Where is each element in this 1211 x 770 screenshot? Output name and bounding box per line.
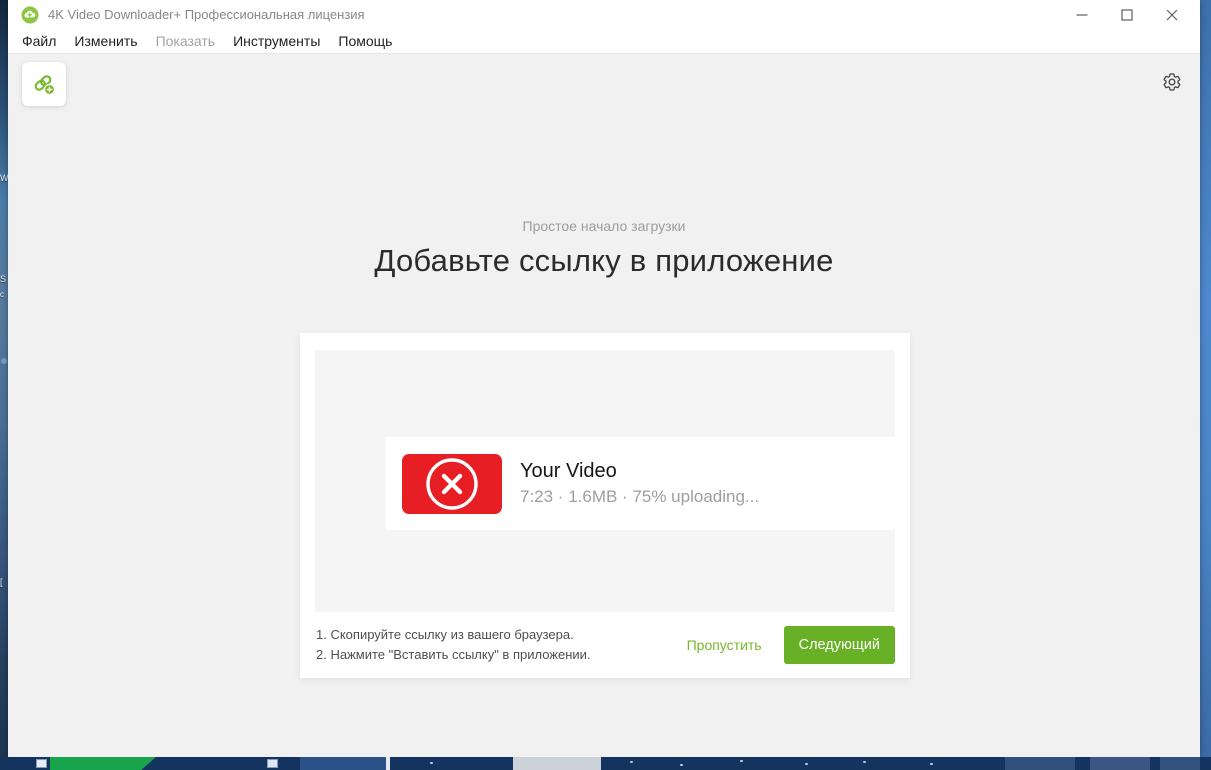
demo-video-row: Your Video 7:23 · 1.6MB · 75% uploading.…	[385, 437, 895, 530]
desktop: W S c [ 4K Video Downloader+ Профессиона…	[0, 0, 1211, 770]
desktop-background-left: W S c [	[0, 0, 8, 770]
page-title: Добавьте ссылку в приложение	[8, 243, 1200, 279]
settings-button[interactable]	[1156, 66, 1188, 98]
titlebar[interactable]: 4K Video Downloader+ Профессиональная ли…	[8, 0, 1200, 29]
instruction-step-2: 2. Нажмите "Вставить ссылку" в приложени…	[316, 645, 591, 665]
window-controls	[1059, 0, 1194, 29]
menu-view: Показать	[147, 31, 225, 51]
app-logo-icon	[21, 6, 39, 24]
window-title: 4K Video Downloader+ Профессиональная ли…	[48, 7, 365, 22]
onboarding-kicker: Простое начало загрузки	[8, 218, 1200, 234]
next-button[interactable]: Следующий	[784, 626, 895, 664]
gear-icon	[1162, 72, 1182, 92]
instruction-step-1: 1. Скопируйте ссылку из вашего браузера.	[316, 625, 591, 645]
minimize-icon	[1076, 9, 1088, 21]
onboarding-header: Простое начало загрузки Добавьте ссылку …	[8, 218, 1200, 279]
minimize-button[interactable]	[1059, 0, 1104, 29]
video-title: Your Video	[520, 458, 759, 484]
menu-file[interactable]: Файл	[13, 31, 65, 51]
desktop-background-right	[1200, 0, 1211, 770]
taskbar-item	[513, 757, 601, 770]
instructions: 1. Скопируйте ссылку из вашего браузера.…	[316, 625, 591, 665]
taskbar-item[interactable]	[36, 759, 47, 768]
onboarding-card: Your Video 7:23 · 1.6MB · 75% uploading.…	[300, 333, 910, 678]
video-meta: 7:23 · 1.6MB · 75% uploading...	[520, 484, 759, 510]
menubar: Файл Изменить Показать Инструменты Помощ…	[8, 29, 1200, 54]
add-link-icon	[31, 71, 57, 97]
taskbar-item	[300, 757, 386, 770]
taskbar-item	[50, 757, 156, 770]
main-content: Простое начало загрузки Добавьте ссылку …	[8, 54, 1200, 757]
skip-button[interactable]: Пропустить	[687, 637, 762, 653]
video-preview-panel: Your Video 7:23 · 1.6MB · 75% uploading.…	[315, 350, 895, 612]
close-icon	[1166, 9, 1178, 21]
maximize-button[interactable]	[1104, 0, 1149, 29]
menu-edit[interactable]: Изменить	[65, 31, 146, 51]
taskbar-item	[1005, 757, 1075, 770]
taskbar-item	[386, 757, 390, 770]
taskbar-item	[1090, 757, 1150, 770]
close-button[interactable]	[1149, 0, 1194, 29]
app-window: 4K Video Downloader+ Профессиональная ли…	[8, 0, 1200, 757]
card-footer: 1. Скопируйте ссылку из вашего браузера.…	[300, 612, 910, 678]
paste-link-button[interactable]	[22, 62, 66, 106]
video-thumbnail-error-icon	[402, 454, 502, 514]
taskbar	[0, 757, 1211, 770]
menu-help[interactable]: Помощь	[329, 31, 401, 51]
taskbar-item[interactable]	[267, 759, 278, 768]
maximize-icon	[1121, 9, 1133, 21]
menu-tools[interactable]: Инструменты	[224, 31, 329, 51]
taskbar-item	[1160, 757, 1200, 770]
